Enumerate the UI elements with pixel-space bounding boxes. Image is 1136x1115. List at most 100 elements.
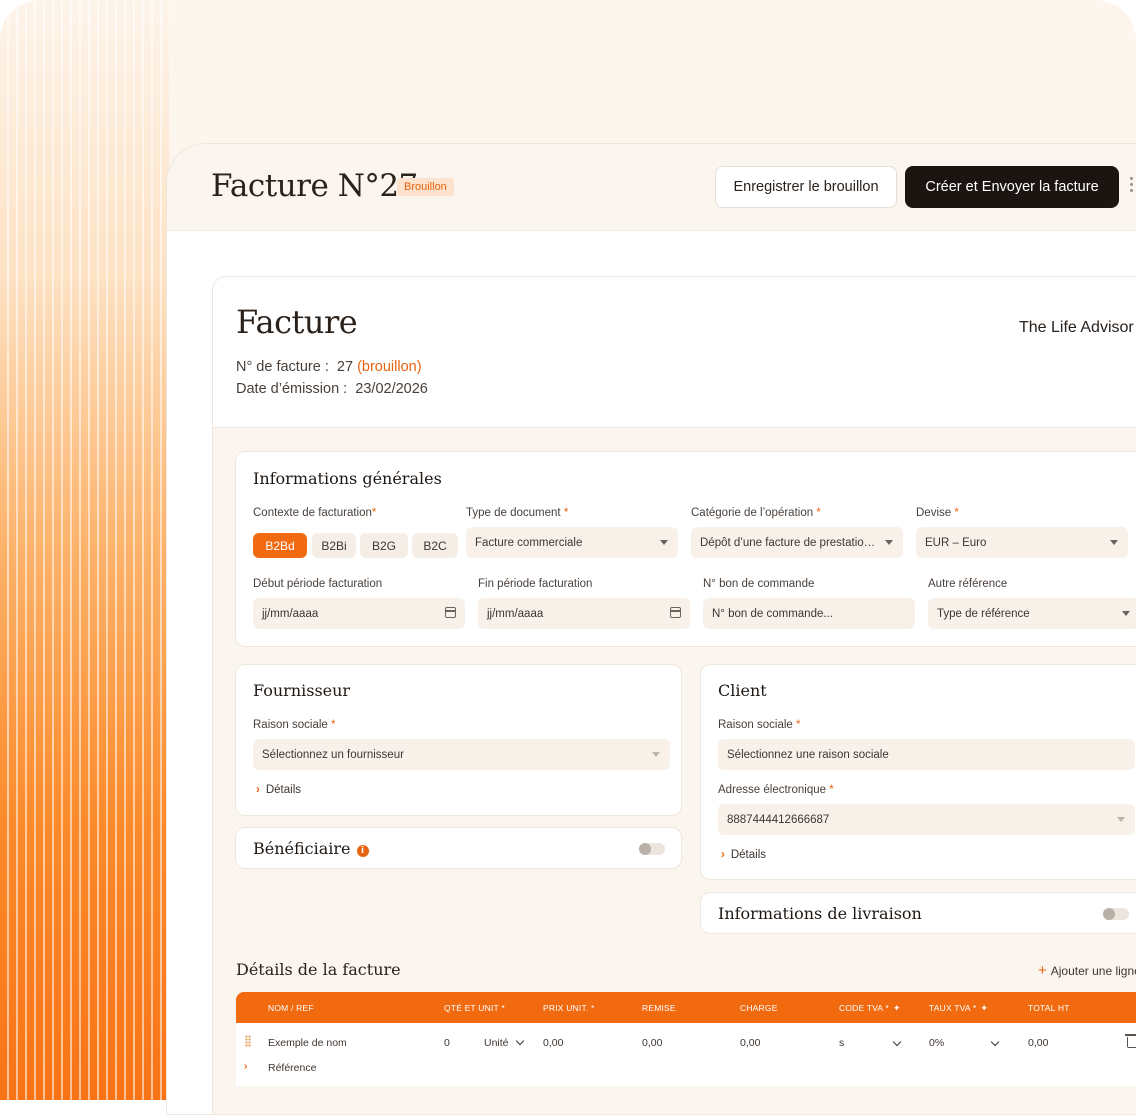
client-name-label: Raison sociale * [718,719,801,731]
chevron-down-icon [515,1036,524,1046]
client-details-toggle[interactable]: › Détails [721,849,766,861]
line-charge[interactable]: 0,00 [740,1037,760,1049]
period-end-input[interactable]: jj/mm/aaaa [478,598,690,629]
col-price: PRIX UNIT. * [543,1003,595,1013]
line-discount[interactable]: 0,00 [642,1037,662,1049]
col-vat-code: CODE TVA * ✦ [839,1003,901,1013]
col-total: TOTAL HT [1028,1003,1070,1013]
context-option-b2bi[interactable]: B2Bi [312,533,356,558]
issue-date-value: 23/02/2026 [355,381,428,397]
calendar-icon [670,607,681,618]
add-line-button[interactable]: + Ajouter une ligne [1038,962,1136,979]
status-badge: Brouillon [397,178,454,196]
chevron-down-icon [885,540,893,545]
delivery-title: Informations de livraison [718,904,922,923]
supplier-name-label: Raison sociale * [253,719,336,731]
period-start-label: Début période facturation [253,578,383,590]
doc-type-select[interactable]: Facture commerciale [466,527,678,558]
plus-icon: + [1038,962,1047,979]
line-total: 0,00 [1028,1037,1049,1049]
invoice-number-line: N° de facture : 27 (brouillon) [236,359,422,375]
invoice-document: Facture The Life Advisor N° de facture :… [212,276,1136,1114]
chevron-right-icon: › [721,849,725,861]
table-row: Exemple de nom 0 Unité 0,00 0,00 0,00 s … [236,1023,1136,1086]
chevron-down-icon [652,752,660,757]
general-info-card: Informations générales Contexte de factu… [235,451,1136,647]
line-vat-code-select[interactable]: s [839,1037,844,1049]
create-send-button[interactable]: Créer et Envoyer la facture [905,166,1119,208]
line-vat-rate-select[interactable]: 0% [929,1037,944,1049]
client-card: Client Raison sociale * Sélectionnez une… [700,664,1136,880]
invoice-number-value: 27 [336,359,354,375]
chevron-right-icon[interactable]: › [244,1060,248,1072]
context-label: Contexte de facturation* [253,507,377,519]
lines-title: Détails de la facture [236,960,401,979]
supplier-card: Fournisseur Raison sociale * Sélectionne… [235,664,682,816]
line-price[interactable]: 0,00 [543,1037,563,1049]
chevron-down-icon[interactable] [892,1037,902,1047]
issue-date-label: Date d’émission : [236,381,348,397]
line-name[interactable]: Exemple de nom [268,1037,347,1049]
category-label: Catégorie de l’opération * [691,507,821,519]
client-title: Client [718,681,767,700]
lines-table-header: NOM / REF QTÉ ET UNIT * PRIX UNIT. * REM… [236,992,1136,1023]
chevron-down-icon [1117,817,1125,822]
info-icon[interactable]: i [356,845,369,857]
sparkle-icon: ✦ [892,1003,901,1013]
issue-date-line: Date d’émission : 23/02/2026 [236,381,428,397]
col-vat-rate: TAUX TVA * ✦ [929,1003,989,1013]
delivery-card: Informations de livraison [700,892,1136,934]
chevron-right-icon: › [256,784,260,796]
po-input[interactable]: N° bon de commande... [703,598,915,629]
line-qty[interactable]: 0 [444,1037,450,1049]
supplier-details-toggle[interactable]: › Détails [256,784,301,796]
chevron-down-icon [1110,540,1118,545]
document-header: Facture The Life Advisor N° de facture :… [213,277,1136,428]
currency-select[interactable]: EUR – Euro [916,527,1128,558]
doc-type-label: Type de document * [466,507,569,519]
col-qty: QTÉ ET UNIT * [444,1003,505,1013]
company-name: The Life Advisor [1019,319,1134,336]
top-bar: Facture N°27 Brouillon Enregistrer le br… [167,144,1136,231]
line-reference-toggle[interactable]: Référence [268,1062,316,1074]
page-title: Facture N°27 [211,168,418,204]
drag-handle-icon[interactable] [245,1035,251,1047]
context-option-b2c[interactable]: B2C [412,533,458,558]
period-end-label: Fin période facturation [478,578,593,590]
line-unit-select[interactable]: Unité [484,1036,524,1049]
client-email-select[interactable]: 8887444412666687 [718,804,1135,835]
invoice-number-label: N° de facture : [236,359,329,375]
general-info-title: Informations générales [253,469,442,488]
currency-label: Devise * [916,507,959,519]
supplier-select[interactable]: Sélectionnez un fournisseur [253,739,670,770]
chevron-down-icon [660,540,668,545]
col-name: NOM / REF [268,1003,314,1013]
client-email-label: Adresse électronique * [718,784,834,796]
decorative-stripes [0,0,170,1100]
col-charge: CHARGE [740,1003,778,1013]
save-draft-button[interactable]: Enregistrer le brouillon [715,166,897,208]
chevron-down-icon [1122,611,1130,616]
beneficiary-card: Bénéficiaire i [235,827,682,869]
invoice-number-status: (brouillon) [357,359,422,375]
client-select[interactable]: Sélectionnez une raison sociale [718,739,1135,770]
other-ref-label: Autre référence [928,578,1008,590]
period-start-input[interactable]: jj/mm/aaaa [253,598,465,629]
trash-icon[interactable] [1125,1034,1136,1048]
col-discount: REMISE [642,1003,676,1013]
category-select[interactable]: Dépôt d’une facture de prestatio… [691,527,903,558]
other-ref-select[interactable]: Type de référence [928,598,1136,629]
more-menu-icon[interactable] [1130,177,1134,195]
sparkle-icon: ✦ [980,1003,989,1013]
invoice-window: Facture N°27 Brouillon Enregistrer le br… [166,143,1136,1115]
chevron-down-icon[interactable] [990,1037,1000,1047]
beneficiary-toggle[interactable] [639,843,665,855]
supplier-title: Fournisseur [253,681,351,700]
po-label: N° bon de commande [703,578,815,590]
context-option-b2bd[interactable]: B2Bd [253,533,307,558]
beneficiary-title: Bénéficiaire i [253,839,369,858]
document-title: Facture [236,303,358,341]
calendar-icon [445,607,456,618]
context-option-b2g[interactable]: B2G [360,533,408,558]
delivery-toggle[interactable] [1103,908,1129,920]
